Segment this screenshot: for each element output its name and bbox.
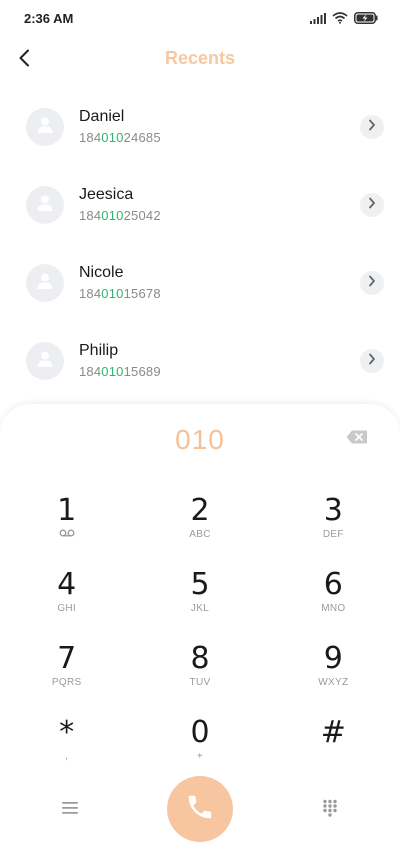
key-letters: PQRS: [51, 677, 82, 688]
chevron-right-icon: [368, 352, 376, 370]
number-suffix: 15678: [123, 286, 161, 301]
key-7[interactable]: 7 PQRS: [0, 642, 133, 716]
key-digit: 8: [190, 641, 210, 676]
person-icon: [35, 271, 55, 296]
key-letters: ABC: [189, 529, 211, 540]
dialpad-panel: 010 1 2 ABC 3 DEF 4 GHI 5 JKL 6 MNO 7 PQ…: [0, 404, 400, 866]
backspace-icon: [346, 430, 368, 448]
key-letters: +: [196, 751, 204, 762]
contact-name: Daniel: [79, 108, 125, 125]
menu-icon: [62, 801, 78, 820]
key-6[interactable]: 6 MNO: [267, 568, 400, 642]
call-button[interactable]: [167, 776, 233, 842]
contact-row[interactable]: Nicole 18401015678: [0, 244, 400, 322]
key-digit: 3: [323, 493, 343, 528]
key-letters: TUV: [189, 677, 211, 688]
number-match: 010: [101, 364, 124, 379]
keypad: 1 2 ABC 3 DEF 4 GHI 5 JKL 6 MNO 7 PQRS 8…: [0, 494, 400, 790]
key-digit: *: [59, 715, 75, 750]
key-letters: GHI: [57, 603, 76, 614]
key-digit: 5: [190, 567, 210, 602]
number-match: 010: [101, 286, 124, 301]
backspace-button[interactable]: [346, 430, 370, 450]
number-suffix: 25042: [123, 208, 161, 223]
contact-row[interactable]: Jeesica 18401025042: [0, 166, 400, 244]
key-digit: 6: [323, 567, 343, 602]
avatar: [26, 108, 64, 146]
number-prefix: 184: [79, 130, 102, 145]
contact-text: Daniel 18401024685: [79, 107, 360, 147]
chevron-right-icon: [368, 196, 376, 214]
contact-name: Philip: [79, 342, 119, 359]
phone-icon: [185, 792, 215, 827]
contact-list: Daniel 18401024685 Jeesica 18401025042 N…: [0, 88, 400, 400]
key-letters: MNO: [321, 603, 346, 614]
page-title: Recents: [164, 48, 236, 68]
key-digit: 4: [57, 567, 77, 602]
key-letters: WXYZ: [318, 677, 349, 688]
voicemail-icon: [59, 528, 75, 542]
avatar: [26, 264, 64, 302]
keypad-toggle-button[interactable]: [318, 798, 342, 822]
contact-text: Jeesica 18401025042: [79, 185, 360, 225]
contact-number: 18401024685: [79, 129, 360, 147]
key-5[interactable]: 5 JKL: [133, 568, 266, 642]
number-suffix: 24685: [123, 130, 161, 145]
person-icon: [35, 115, 55, 140]
status-bar: 2:36 AM: [0, 0, 400, 36]
contact-detail-button[interactable]: [360, 193, 384, 217]
bottom-actions: [0, 774, 400, 844]
key-digit: 2: [190, 493, 210, 528]
contact-text: Philip 18401015689: [79, 341, 360, 381]
contact-number: 18401015689: [79, 363, 360, 381]
dialed-row: 010: [0, 420, 400, 460]
number-suffix: 15689: [123, 364, 161, 379]
chevron-right-icon: [368, 274, 376, 292]
key-8[interactable]: 8 TUV: [133, 642, 266, 716]
dialpad-icon: [322, 799, 338, 822]
person-icon: [35, 349, 55, 374]
key-3[interactable]: 3 DEF: [267, 494, 400, 568]
contact-number: 18401015678: [79, 285, 360, 303]
key-4[interactable]: 4 GHI: [0, 568, 133, 642]
battery-charging-icon: [354, 12, 378, 24]
number-prefix: 184: [79, 208, 102, 223]
menu-button[interactable]: [58, 798, 82, 822]
contact-name: Jeesica: [79, 186, 134, 203]
key-digit: 0: [190, 715, 210, 750]
contact-number: 18401025042: [79, 207, 360, 225]
number-prefix: 184: [79, 286, 102, 301]
key-digit: 7: [57, 641, 77, 676]
chevron-right-icon: [368, 118, 376, 136]
person-icon: [35, 193, 55, 218]
number-match: 010: [101, 208, 124, 223]
contact-detail-button[interactable]: [360, 115, 384, 139]
key-letters: ,: [65, 751, 69, 762]
avatar: [26, 342, 64, 380]
key-digit: 9: [323, 641, 343, 676]
status-icons: [310, 12, 378, 24]
contact-row[interactable]: Philip 18401015689: [0, 322, 400, 400]
key-9[interactable]: 9 WXYZ: [267, 642, 400, 716]
key-1[interactable]: 1: [0, 494, 133, 568]
header: Recents: [0, 40, 400, 80]
dialed-number: 010: [175, 424, 225, 455]
number-match: 010: [101, 130, 124, 145]
contact-row[interactable]: Daniel 18401024685: [0, 88, 400, 166]
key-letters: DEF: [322, 529, 344, 540]
key-digit: 1: [57, 493, 77, 528]
key-digit: #: [320, 715, 346, 750]
dialer-screen: 2:36 AM Recents Daniel 18401024685 Jeesi…: [0, 0, 400, 866]
status-time: 2:36 AM: [24, 10, 74, 26]
number-prefix: 184: [79, 364, 102, 379]
contact-detail-button[interactable]: [360, 271, 384, 295]
key-letters: JKL: [190, 603, 210, 614]
key-2[interactable]: 2 ABC: [133, 494, 266, 568]
contact-name: Nicole: [79, 264, 124, 281]
contact-detail-button[interactable]: [360, 349, 384, 373]
avatar: [26, 186, 64, 224]
contact-text: Nicole 18401015678: [79, 263, 360, 303]
signal-icon: [310, 12, 326, 24]
wifi-icon: [332, 12, 348, 24]
